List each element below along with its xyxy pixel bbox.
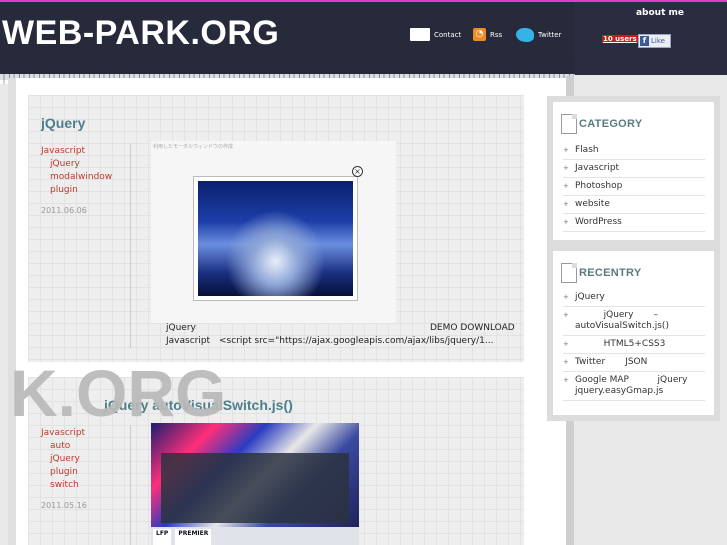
tag-link[interactable]: jQuery: [41, 453, 85, 466]
post-card: jQuery Javascript jQuery modalwindow plu…: [28, 95, 524, 362]
rss-label: Rss: [490, 30, 503, 39]
demo-download-link[interactable]: DEMO DOWNLOAD: [430, 323, 515, 333]
widget-header: CATEGORY: [561, 114, 643, 134]
watermark-text: K.ORG: [10, 356, 227, 430]
rss-icon: ◔: [473, 28, 486, 41]
rss-link[interactable]: ◔ Rss: [473, 28, 502, 41]
category-item[interactable]: Javascript: [563, 160, 705, 178]
mail-icon: [410, 28, 430, 41]
thumbnail-logos: LFP PREMIER: [151, 527, 359, 545]
post-categories: Javascript auto jQuery plugin switch: [41, 427, 85, 492]
post-meta-label: jQuery: [166, 323, 196, 333]
tag-link[interactable]: plugin: [41, 466, 85, 479]
tag-link[interactable]: auto: [41, 440, 85, 453]
tag-link[interactable]: switch: [41, 479, 85, 492]
tag-link[interactable]: jQuery: [41, 158, 112, 171]
post-meta-label: Javascript: [166, 336, 211, 346]
facebook-like-button[interactable]: f Like: [638, 34, 671, 48]
thumbnail-content: [161, 453, 349, 523]
twitter-label: Twitter: [538, 31, 562, 39]
code-snippet: <script src="https://ajax.googleapis.com…: [219, 336, 494, 346]
category-widget: CATEGORY Flash Javascript Photoshop webs…: [547, 96, 720, 246]
contact-label: Contact: [434, 30, 462, 39]
recent-list: jQuery jQuery – autoVisualSwitch.js() HT…: [563, 289, 705, 401]
recent-item[interactable]: Twitter JSON: [563, 354, 705, 372]
twitter-icon: [516, 28, 534, 42]
like-label: Like: [651, 37, 665, 45]
tag-link[interactable]: modalwindow: [41, 171, 112, 184]
about-me-link[interactable]: about me: [636, 8, 684, 18]
post-divider: [130, 425, 131, 545]
widget-title: RECENTRY: [579, 267, 642, 279]
users-badge[interactable]: 10 users: [602, 35, 638, 43]
contact-link[interactable]: Contact: [410, 28, 461, 41]
category-link[interactable]: Javascript: [41, 145, 112, 158]
document-icon: [561, 263, 577, 283]
post-date: 2011.05.16: [41, 501, 87, 510]
post-date: 2011.06.06: [41, 206, 87, 215]
recent-item[interactable]: jQuery: [563, 289, 705, 307]
tag-link[interactable]: plugin: [41, 184, 112, 197]
facebook-icon: f: [640, 36, 649, 46]
recent-item[interactable]: HTML5+CSS3: [563, 336, 705, 354]
widget-header: RECENTRY: [561, 263, 642, 283]
recent-item[interactable]: Google MAP jQuery jquery.easyGmap.js: [563, 372, 705, 401]
post-thumbnail[interactable]: LFP PREMIER: [151, 423, 359, 545]
twitter-link[interactable]: Twitter: [516, 28, 561, 42]
category-item[interactable]: WordPress: [563, 214, 705, 232]
logo-label: LFP: [153, 529, 172, 545]
category-item[interactable]: Flash: [563, 142, 705, 160]
winter-forest-image: [198, 181, 353, 296]
site-title[interactable]: WEB-PARK.ORG: [2, 14, 279, 53]
post-categories: Javascript jQuery modalwindow plugin: [41, 145, 112, 197]
recent-item[interactable]: jQuery – autoVisualSwitch.js(): [563, 307, 705, 336]
thumbnail-caption: 利用したモーダルウィンドウの作成: [153, 144, 234, 150]
header-rough-edge: [0, 60, 575, 84]
post-thumbnail[interactable]: 利用したモーダルウィンドウの作成 ×: [151, 141, 396, 323]
close-icon: ×: [352, 166, 363, 177]
document-icon: [561, 114, 577, 134]
widget-title: CATEGORY: [579, 118, 643, 130]
post-title[interactable]: jQuery: [41, 115, 85, 131]
category-item[interactable]: website: [563, 196, 705, 214]
post-divider: [130, 143, 131, 348]
recent-widget: RECENTRY jQuery jQuery – autoVisualSwitc…: [547, 245, 720, 421]
logo-label: PREMIER: [175, 529, 212, 545]
modal-window-preview: [193, 176, 358, 301]
category-list: Flash Javascript Photoshop website WordP…: [563, 142, 705, 232]
category-item[interactable]: Photoshop: [563, 178, 705, 196]
